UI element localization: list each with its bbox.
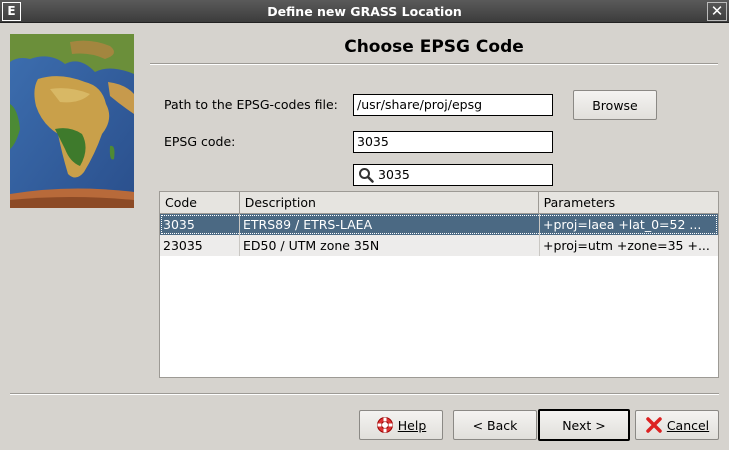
- table-header: Code Description Parameters: [160, 192, 718, 214]
- epsg-table[interactable]: Code Description Parameters 3035 ETRS89 …: [159, 191, 719, 378]
- search-input[interactable]: 3035: [353, 164, 553, 186]
- cell-parameters: +proj=utm +zone=35 +...: [543, 238, 710, 253]
- cancel-icon: [645, 416, 663, 434]
- browse-button[interactable]: Browse: [573, 90, 657, 120]
- cell-description: ED50 / UTM zone 35N: [240, 235, 540, 256]
- footer-divider: [10, 393, 719, 395]
- help-button[interactable]: Help: [359, 410, 443, 440]
- cancel-button[interactable]: Cancel: [635, 410, 719, 440]
- browse-button-label: Browse: [592, 97, 638, 113]
- window-titlebar: E Define new GRASS Location ✕: [0, 0, 729, 23]
- next-button-label: Next >: [562, 417, 606, 433]
- column-header-code[interactable]: Code: [160, 192, 240, 213]
- earth-map-image: [10, 34, 134, 208]
- window-title: Define new GRASS Location: [267, 4, 462, 19]
- table-row[interactable]: 23035 ED50 / UTM zone 35N +proj=utm +zon…: [160, 235, 718, 256]
- search-icon: [358, 167, 374, 183]
- help-button-label: Help: [397, 417, 427, 433]
- cell-code: 3035: [160, 214, 240, 235]
- column-header-description[interactable]: Description: [240, 192, 539, 213]
- next-button[interactable]: Next >: [538, 409, 630, 441]
- lifebuoy-icon: [376, 416, 394, 434]
- epsg-code-input[interactable]: 3035: [353, 131, 553, 153]
- cancel-button-label: Cancel: [666, 417, 710, 433]
- back-button[interactable]: < Back: [453, 410, 537, 440]
- search-value: 3035: [378, 167, 410, 182]
- back-button-label: < Back: [472, 417, 518, 433]
- cell-description: ETRS89 / ETRS-LAEA: [240, 214, 540, 235]
- path-label: Path to the EPSG-codes file:: [164, 97, 338, 112]
- page-title: Choose EPSG Code: [344, 37, 524, 57]
- cell-parameters: +proj=laea +lat_0=52 ...: [543, 217, 702, 232]
- close-icon[interactable]: ✕: [707, 2, 727, 21]
- epsg-code-label: EPSG code:: [164, 134, 236, 149]
- path-input[interactable]: /usr/share/proj/epsg: [353, 94, 553, 116]
- column-header-parameters[interactable]: Parameters: [539, 192, 718, 213]
- table-row[interactable]: 3035 ETRS89 / ETRS-LAEA +proj=laea +lat_…: [160, 214, 718, 235]
- header-divider: [150, 63, 718, 65]
- cell-code: 23035: [160, 235, 240, 256]
